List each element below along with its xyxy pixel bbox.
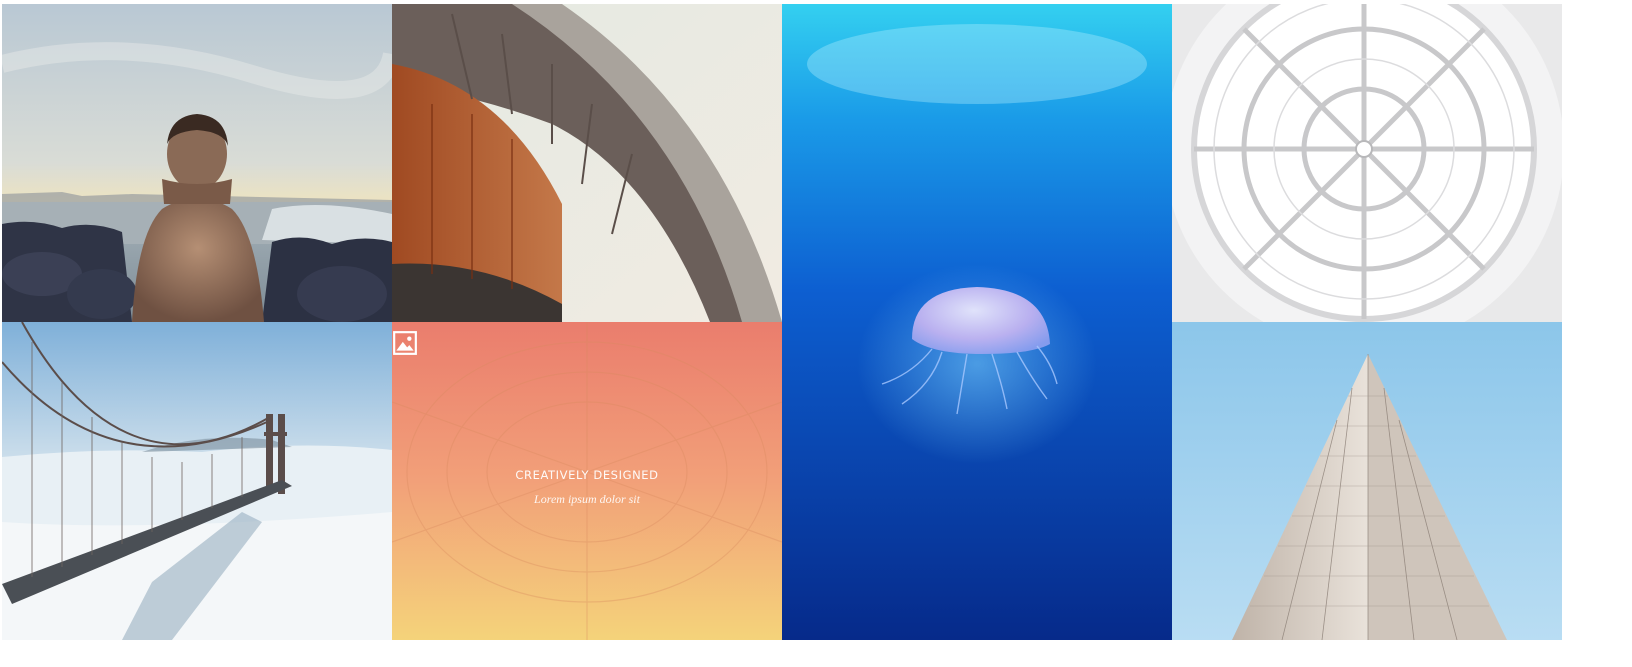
gallery-tile-featured[interactable]: CREATIVELY DESIGNED Lorem ipsum dolor si… bbox=[392, 322, 782, 640]
man-by-sea-image bbox=[2, 4, 392, 322]
gallery-tile-jellyfish[interactable] bbox=[782, 4, 1172, 640]
skyscraper-image bbox=[1172, 322, 1562, 640]
curved-architecture-image bbox=[392, 4, 782, 322]
jellyfish-image bbox=[782, 4, 1172, 640]
featured-title: CREATIVELY DESIGNED bbox=[515, 467, 659, 482]
skylight-dome-image bbox=[1172, 4, 1562, 322]
gallery-tile-skyscraper[interactable] bbox=[1172, 322, 1562, 640]
image-icon bbox=[393, 331, 417, 355]
image-gallery-grid: CREATIVELY DESIGNED Lorem ipsum dolor si… bbox=[2, 4, 1626, 664]
featured-subtitle: Lorem ipsum dolor sit bbox=[534, 491, 640, 506]
gallery-tile-man-by-sea[interactable] bbox=[2, 4, 392, 322]
golden-gate-bridge-image bbox=[2, 322, 392, 640]
gallery-tile-golden-gate-bridge[interactable] bbox=[2, 322, 392, 640]
featured-overlay: CREATIVELY DESIGNED Lorem ipsum dolor si… bbox=[392, 322, 782, 640]
gallery-tile-curved-architecture[interactable] bbox=[392, 4, 782, 322]
gallery-tile-skylight-dome[interactable] bbox=[1172, 4, 1562, 322]
